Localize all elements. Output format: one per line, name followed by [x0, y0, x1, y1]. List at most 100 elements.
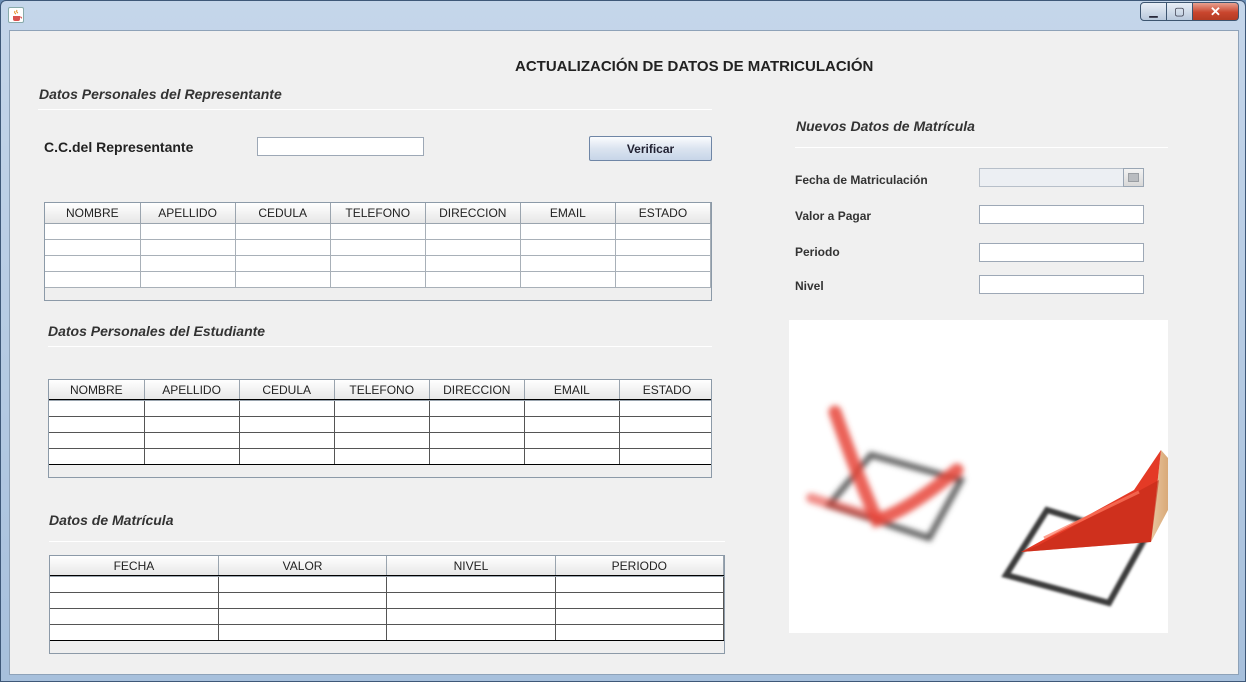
col-header-nombre[interactable]: NOMBRE — [45, 203, 141, 224]
table-cell[interactable] — [49, 416, 145, 433]
table-cell[interactable] — [619, 448, 711, 465]
table-cell[interactable] — [386, 608, 556, 625]
table-cell[interactable] — [555, 608, 724, 625]
maximize-icon[interactable]: ▢ — [1167, 2, 1193, 21]
table-cell[interactable] — [218, 624, 388, 641]
java-cup-icon[interactable] — [8, 7, 24, 23]
table-cell[interactable] — [45, 255, 141, 272]
table-row[interactable] — [45, 255, 711, 272]
col-header-estado[interactable]: ESTADO — [619, 380, 711, 401]
table-cell[interactable] — [140, 239, 236, 256]
table-cell[interactable] — [425, 223, 521, 240]
table-cell[interactable] — [386, 575, 556, 593]
table-cell[interactable] — [50, 608, 219, 625]
table-cell[interactable] — [239, 416, 335, 433]
table-cell[interactable] — [50, 575, 219, 593]
table-cell[interactable] — [45, 223, 141, 240]
table-row[interactable] — [49, 399, 711, 417]
col-header-cedula[interactable]: CEDULA — [239, 380, 335, 401]
col-header-email[interactable]: EMAIL — [520, 203, 616, 224]
col-header-periodo[interactable]: PERIODO — [555, 556, 724, 577]
table-cell[interactable] — [45, 271, 141, 288]
table-cell[interactable] — [50, 592, 219, 609]
minimize-icon[interactable]: ▁ — [1140, 2, 1167, 21]
title-bar[interactable]: ▁ ▢ ✕ — [1, 1, 1245, 29]
table-cell[interactable] — [520, 239, 616, 256]
table-cell[interactable] — [334, 416, 430, 433]
table-cell[interactable] — [334, 432, 430, 449]
table-cell[interactable] — [334, 448, 430, 465]
table-cell[interactable] — [45, 239, 141, 256]
table-row[interactable] — [45, 239, 711, 256]
table-cell[interactable] — [619, 399, 711, 417]
table-cell[interactable] — [520, 255, 616, 272]
table-cell[interactable] — [239, 399, 335, 417]
table-cell[interactable] — [49, 399, 145, 417]
table-row[interactable] — [50, 608, 724, 625]
table-cell[interactable] — [520, 271, 616, 288]
table-row[interactable] — [49, 432, 711, 449]
table-cell[interactable] — [386, 624, 556, 641]
col-header-telefono[interactable]: TELEFONO — [334, 380, 430, 401]
col-header-direccion[interactable]: DIRECCION — [425, 203, 521, 224]
table-cell[interactable] — [619, 416, 711, 433]
table-cell[interactable] — [555, 592, 724, 609]
table-cell[interactable] — [334, 399, 430, 417]
table-cell[interactable] — [330, 271, 426, 288]
table-cell[interactable] — [330, 239, 426, 256]
table-cell[interactable] — [50, 624, 219, 641]
table-cell[interactable] — [239, 432, 335, 449]
nivel-input[interactable] — [979, 275, 1144, 294]
col-header-estado[interactable]: ESTADO — [615, 203, 711, 224]
table-cell[interactable] — [140, 255, 236, 272]
table-row[interactable] — [49, 448, 711, 465]
col-header-fecha[interactable]: FECHA — [50, 556, 219, 577]
table-cell[interactable] — [429, 399, 525, 417]
table-cell[interactable] — [49, 432, 145, 449]
table-row[interactable] — [45, 223, 711, 240]
valor-pagar-input[interactable] — [979, 205, 1144, 224]
table-cell[interactable] — [555, 624, 724, 641]
table-cell[interactable] — [524, 399, 620, 417]
table-cell[interactable] — [140, 271, 236, 288]
col-header-telefono[interactable]: TELEFONO — [330, 203, 426, 224]
table-cell[interactable] — [425, 239, 521, 256]
table-cell[interactable] — [144, 416, 240, 433]
col-header-email[interactable]: EMAIL — [524, 380, 620, 401]
table-cell[interactable] — [235, 239, 331, 256]
table-cell[interactable] — [235, 271, 331, 288]
table-row[interactable] — [50, 592, 724, 609]
table-cell[interactable] — [524, 432, 620, 449]
col-header-apellido[interactable]: APELLIDO — [144, 380, 240, 401]
table-cell[interactable] — [615, 223, 711, 240]
table-row[interactable] — [49, 416, 711, 433]
table-cell[interactable] — [218, 608, 388, 625]
calendar-icon[interactable] — [1123, 168, 1144, 187]
table-cell[interactable] — [524, 416, 620, 433]
table-cell[interactable] — [218, 592, 388, 609]
table-cell[interactable] — [235, 255, 331, 272]
col-header-valor[interactable]: VALOR — [218, 556, 388, 577]
table-cell[interactable] — [239, 448, 335, 465]
table-cell[interactable] — [619, 432, 711, 449]
table-cell[interactable] — [615, 271, 711, 288]
cc-representante-input[interactable] — [257, 137, 424, 156]
table-row[interactable] — [50, 575, 724, 593]
fecha-matriculacion-input[interactable] — [979, 168, 1124, 187]
table-row[interactable] — [50, 624, 724, 641]
verificar-button[interactable]: Verificar — [589, 136, 712, 161]
col-header-direccion[interactable]: DIRECCION — [429, 380, 525, 401]
table-cell[interactable] — [429, 448, 525, 465]
periodo-input[interactable] — [979, 243, 1144, 262]
table-cell[interactable] — [555, 575, 724, 593]
col-header-nivel[interactable]: NIVEL — [386, 556, 556, 577]
table-cell[interactable] — [429, 432, 525, 449]
table-cell[interactable] — [425, 271, 521, 288]
close-icon[interactable]: ✕ — [1193, 2, 1239, 21]
table-cell[interactable] — [218, 575, 388, 593]
table-cell[interactable] — [330, 223, 426, 240]
table-cell[interactable] — [386, 592, 556, 609]
table-cell[interactable] — [235, 223, 331, 240]
table-cell[interactable] — [140, 223, 236, 240]
table-cell[interactable] — [144, 399, 240, 417]
